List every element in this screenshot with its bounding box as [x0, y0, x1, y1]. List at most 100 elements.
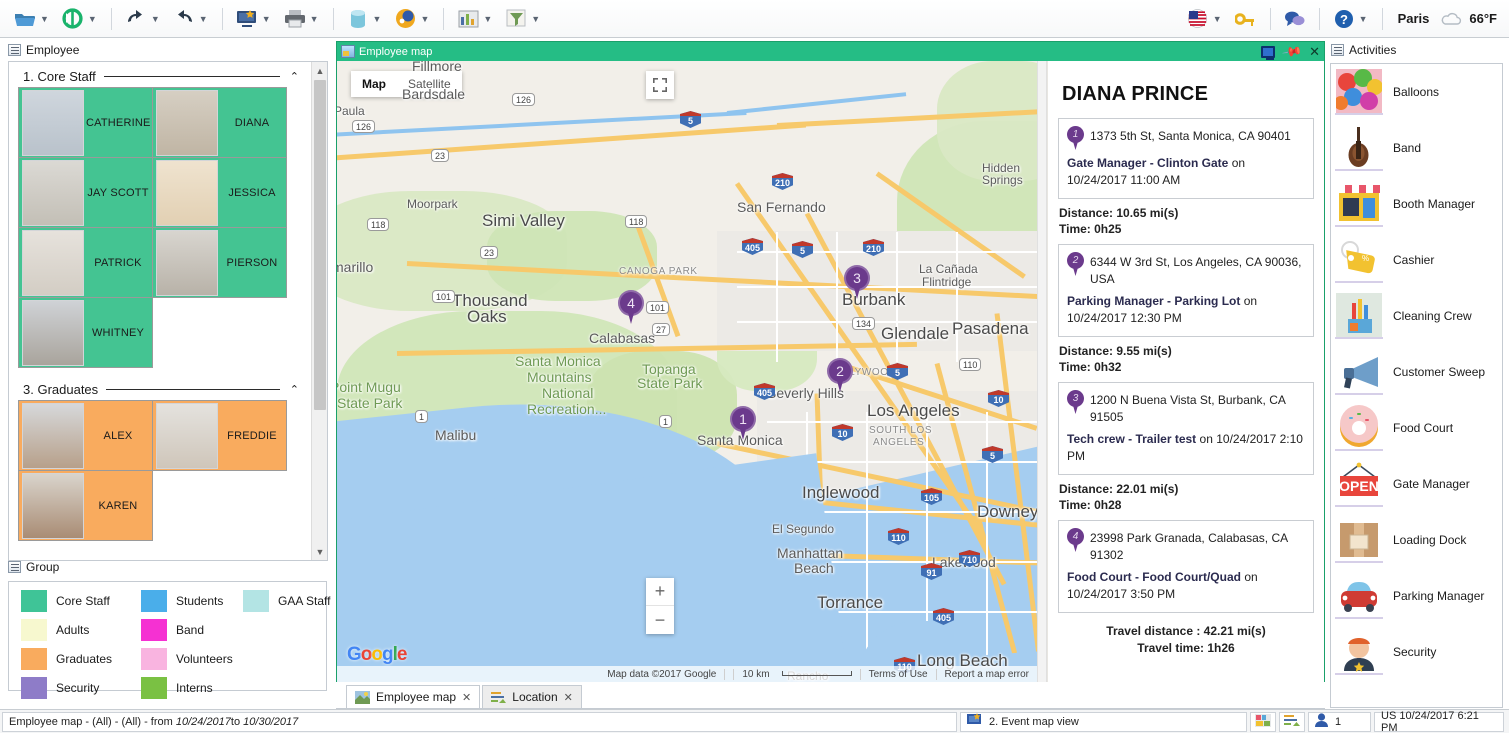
map-type-map[interactable]: Map [351, 71, 397, 97]
activity-item-parking-manager[interactable]: Parking Manager [1331, 568, 1502, 624]
legend-entry[interactable]: Adults [21, 619, 141, 641]
chevron-down-icon[interactable]: ▼ [1213, 14, 1226, 24]
activity-item-cashier[interactable]: % Cashier [1331, 232, 1502, 288]
chevron-down-icon[interactable]: ▼ [1359, 14, 1372, 24]
chevron-down-icon[interactable]: ▼ [420, 14, 433, 24]
zoom-in-button[interactable]: + [646, 578, 674, 606]
route-stop[interactable]: 1 1373 5th St, Santa Monica, CA 90401 Ga… [1058, 118, 1314, 199]
close-button[interactable]: ✕ [1309, 44, 1320, 60]
chevron-down-icon[interactable]: ▼ [262, 14, 275, 24]
employee-tile[interactable]: ALEX [18, 400, 153, 471]
theme-button[interactable]: ▼ [388, 4, 436, 34]
zoom-out-button[interactable]: − [646, 606, 674, 634]
panel-splitter[interactable] [1037, 61, 1047, 682]
pin-button[interactable]: 📌 [1281, 40, 1303, 62]
chevron-down-icon[interactable]: ▼ [151, 14, 164, 24]
chevron-up-icon[interactable]: ⌃ [288, 383, 299, 396]
tab-close-icon[interactable]: ✕ [462, 691, 471, 704]
stop-datetime: 10/24/2017 12:30 PM [1067, 311, 1182, 325]
map-marker-2[interactable]: 2 [827, 358, 853, 392]
leg-time: Time: 0h25 [1059, 221, 1314, 237]
activity-item-band[interactable]: Band [1331, 120, 1502, 176]
activity-item-cleaning-crew[interactable]: Cleaning Crew [1331, 288, 1502, 344]
route-stop[interactable]: 3 1200 N Buena Vista St, Burbank, CA 915… [1058, 382, 1314, 475]
license-button[interactable] [1229, 4, 1263, 34]
chevron-down-icon[interactable]: ▼ [373, 14, 386, 24]
map-zoom-control[interactable]: + − [646, 578, 674, 634]
toolbar-separator [1382, 8, 1383, 30]
chevron-down-icon[interactable]: ▼ [483, 14, 496, 24]
undo-button[interactable]: ▼ [119, 4, 167, 34]
employee-tile[interactable]: PIERSON [152, 227, 287, 298]
chevron-down-icon[interactable]: ▼ [199, 14, 212, 24]
legend-entry[interactable]: Graduates [21, 648, 141, 670]
scroll-up-button[interactable]: ▲ [312, 62, 328, 79]
employee-group-header[interactable]: 3. Graduates ⌃ [9, 368, 313, 401]
map-marker-1[interactable]: 1 [730, 406, 756, 440]
tab-close-icon[interactable]: ✕ [564, 691, 573, 704]
activity-item-food-court[interactable]: Food Court [1331, 400, 1502, 456]
fullscreen-button[interactable] [646, 71, 674, 99]
legend-entry[interactable]: GAA Staff [243, 590, 333, 612]
database-button[interactable]: ▼ [341, 4, 389, 34]
map-report-link[interactable]: Report a map error [936, 669, 1037, 680]
language-button[interactable]: ▼ [1181, 4, 1229, 34]
employee-map-window: Employee map 📌 ✕ [336, 41, 1325, 682]
activity-item-loading-dock[interactable]: Loading Dock [1331, 512, 1502, 568]
group-legend-title: Group [26, 560, 59, 574]
employee-tile[interactable]: KAREN [18, 470, 153, 541]
chevron-down-icon[interactable]: ▼ [88, 14, 101, 24]
chevron-up-icon[interactable]: ⌃ [288, 70, 299, 83]
redo-button[interactable]: ▼ [167, 4, 215, 34]
help-button[interactable]: ? ▼ [1327, 4, 1375, 34]
legend-entry[interactable]: Interns [141, 677, 243, 699]
employee-tile[interactable]: JAY SCOTT [18, 157, 153, 228]
legend-label: Adults [56, 623, 89, 637]
print-button[interactable]: ▼ [278, 4, 326, 34]
screen-icon [1261, 46, 1275, 58]
employee-tile[interactable]: WHITNEY [18, 297, 153, 368]
activity-item-gate-manager[interactable]: OPEN Gate Manager [1331, 456, 1502, 512]
status-chart-button[interactable] [1279, 712, 1305, 732]
activity-item-booth-manager[interactable]: Booth Manager [1331, 176, 1502, 232]
report-button[interactable]: ▼ [451, 4, 499, 34]
employee-tile[interactable]: CATHERINE [18, 87, 153, 158]
map-marker-3[interactable]: 3 [844, 265, 870, 299]
scroll-thumb[interactable] [314, 80, 326, 410]
employee-name: WHITNEY [84, 327, 152, 339]
refresh-button[interactable]: ▼ [56, 4, 104, 34]
map-type-satellite[interactable]: Satellite [397, 71, 462, 97]
employee-tile[interactable]: JESSICA [152, 157, 287, 228]
filter-button[interactable]: ▼ [499, 4, 547, 34]
chat-button[interactable] [1278, 4, 1312, 34]
chevron-down-icon[interactable]: ▼ [310, 14, 323, 24]
route-stop[interactable]: 2 6344 W 3rd St, Los Angeles, CA 90036, … [1058, 244, 1314, 337]
map-marker-4[interactable]: 4 [618, 290, 644, 324]
legend-entry[interactable]: Students [141, 590, 243, 612]
new-view-button[interactable]: ▼ [230, 4, 278, 34]
legend-entry[interactable]: Security [21, 677, 141, 699]
map-terms-link[interactable]: Terms of Use [860, 669, 936, 680]
tab-employee-map[interactable]: Employee map ✕ [346, 685, 480, 708]
employee-tile[interactable]: DIANA [152, 87, 287, 158]
legend-entry[interactable]: Band [141, 619, 243, 641]
employee-group-header[interactable]: 1. Core Staff ⌃ [9, 62, 313, 88]
status-palette-button[interactable] [1250, 712, 1276, 732]
activity-item-customer-sweep[interactable]: Customer Sweep [1331, 344, 1502, 400]
chevron-down-icon[interactable]: ▼ [531, 14, 544, 24]
chevron-down-icon[interactable]: ▼ [40, 14, 53, 24]
route-stop[interactable]: 4 23998 Park Granada, Calabasas, CA 9130… [1058, 520, 1314, 613]
google-map[interactable]: Map Satellite Google [337, 61, 1037, 682]
open-file-button[interactable]: ▼ [8, 4, 56, 34]
map-type-control[interactable]: Map Satellite [351, 71, 462, 97]
activity-item-security[interactable]: Security [1331, 624, 1502, 680]
legend-entry[interactable]: Volunteers [141, 648, 243, 670]
restore-button[interactable] [1261, 46, 1275, 58]
employee-list-scrollbar[interactable]: ▲ ▼ [311, 62, 327, 560]
employee-tile[interactable]: FREDDIE [152, 400, 287, 471]
status-view-selector[interactable]: 2. Event map view [960, 712, 1247, 732]
activity-item-balloons[interactable]: Balloons [1331, 64, 1502, 120]
legend-entry[interactable]: Core Staff [21, 590, 141, 612]
employee-tile[interactable]: PATRICK [18, 227, 153, 298]
tab-location[interactable]: Location ✕ [482, 685, 582, 708]
